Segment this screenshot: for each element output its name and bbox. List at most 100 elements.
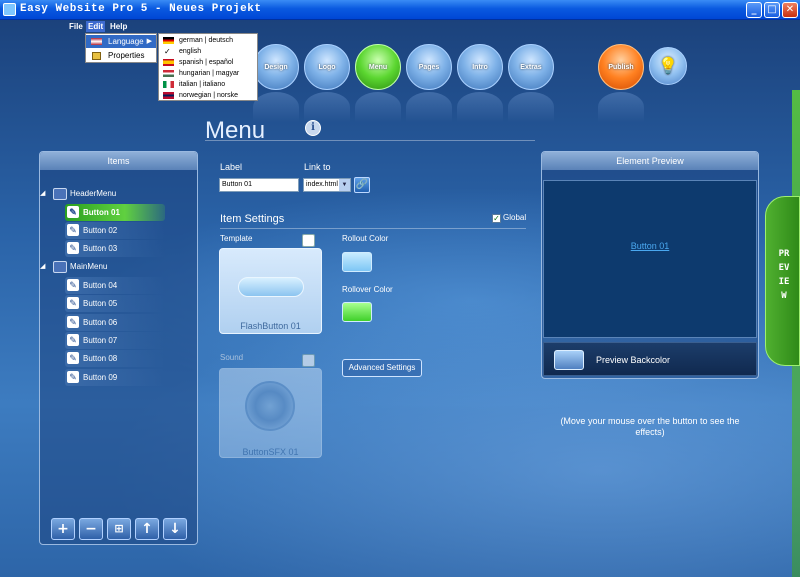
us-flag-icon [91, 38, 102, 45]
template-select-checkbox[interactable] [302, 234, 315, 247]
edit-icon: ✎ [67, 316, 79, 328]
group-label: MainMenu [70, 262, 108, 271]
nav-publish-button[interactable]: Publish [598, 44, 644, 90]
language-item-norwegian[interactable]: norwegian | norske [159, 90, 257, 101]
menu-help[interactable]: Help [108, 21, 129, 32]
nav-reflection [304, 92, 350, 122]
move-up-button[interactable]: ↑ [135, 518, 159, 540]
list-item-button-06[interactable]: ✎ Button 06 [65, 314, 165, 331]
edit-icon: ✎ [67, 279, 79, 291]
sound-select-checkbox[interactable] [302, 354, 315, 367]
tree-structure-button[interactable]: ⊞ [107, 518, 131, 540]
nav-pages-button[interactable]: Pages [406, 44, 452, 90]
edit-icon: ✎ [67, 224, 79, 236]
edit-icon: ✎ [67, 334, 79, 346]
italian-flag-icon [163, 81, 174, 88]
language-item-german[interactable]: german | deutsch [159, 35, 257, 46]
preview-backcolor-swatch[interactable] [554, 350, 584, 370]
preview-backcolor-bar: Preview Backcolor [543, 342, 757, 376]
item-settings-heading: Item Settings [220, 213, 285, 225]
label-input[interactable]: Button 01 [219, 178, 299, 192]
edit-icon: ✎ [67, 297, 79, 309]
group-label: HeaderMenu [70, 189, 117, 198]
checkmark-icon: ✓ [164, 47, 171, 56]
list-item-button-02[interactable]: ✎ Button 02 [65, 222, 165, 239]
minimize-button[interactable]: _ [746, 2, 762, 18]
button-preview-shape [238, 277, 304, 297]
preview-side-tab[interactable]: PREVIEW [765, 196, 800, 366]
move-down-button[interactable]: ↓ [163, 518, 187, 540]
sound-label: Sound [220, 353, 244, 362]
spanish-flag-icon [163, 59, 174, 66]
menu-bar: File Edit Help [0, 20, 800, 33]
preview-panel-header: Element Preview [542, 152, 758, 170]
edit-icon: ✎ [67, 206, 79, 218]
remove-item-button[interactable]: − [79, 518, 103, 540]
language-item-hungarian[interactable]: hungarian | magyar [159, 68, 257, 79]
close-button[interactable]: ✕ [782, 2, 798, 18]
list-item-button-05[interactable]: ✎ Button 05 [65, 295, 165, 312]
preview-screen: Button 01 [543, 180, 757, 338]
menu-item-properties[interactable]: Properties [86, 49, 156, 62]
norwegian-flag-icon [163, 92, 174, 99]
hungarian-flag-icon [163, 70, 174, 77]
edit-icon: ✎ [67, 371, 79, 383]
link-icon[interactable]: 🔗 [354, 177, 370, 193]
rollover-color-label: Rollover Color [342, 285, 393, 294]
nav-extras-button[interactable]: Extras [508, 44, 554, 90]
maximize-button[interactable]: □ [764, 2, 780, 18]
list-item-button-08[interactable]: ✎ Button 08 [65, 350, 165, 367]
link-select[interactable]: index.html ▼ [303, 178, 351, 192]
preview-backcolor-label: Preview Backcolor [596, 355, 671, 365]
preview-tab-label: PREVIEW [778, 249, 790, 301]
preview-hint: (Move your mouse over the button to see … [560, 416, 740, 437]
folder-icon [53, 261, 67, 273]
german-flag-icon [163, 37, 174, 44]
tree-group-headermenu[interactable]: ◢ HeaderMenu [40, 186, 160, 202]
rollout-color-swatch[interactable] [342, 252, 372, 272]
items-panel-header: Items [40, 152, 197, 170]
lightbulb-icon[interactable]: 💡 [649, 47, 687, 85]
chevron-right-icon: ▶ [146, 38, 152, 45]
nav-logo-button[interactable]: Logo [304, 44, 350, 90]
language-item-italian[interactable]: italian | italiano [159, 79, 257, 90]
info-icon[interactable]: i [305, 120, 321, 136]
menu-item-language[interactable]: Language ▶ [86, 35, 156, 48]
rollover-color-swatch[interactable] [342, 302, 372, 322]
properties-icon [92, 52, 101, 60]
sound-tile[interactable]: ButtonSFX 01 [219, 368, 322, 458]
chevron-down-icon: ▼ [339, 179, 350, 191]
add-item-button[interactable]: + [51, 518, 75, 540]
edit-menu-dropdown: Language ▶ Properties [85, 33, 157, 63]
preview-button-link[interactable]: Button 01 [544, 241, 756, 251]
label-caption: Label [220, 162, 243, 172]
language-submenu: german | deutsch ✓ english spanish | esp… [158, 33, 258, 101]
language-item-spanish[interactable]: spanish | español [159, 57, 257, 68]
menu-edit[interactable]: Edit [86, 21, 106, 32]
folder-icon [53, 188, 67, 200]
nav-intro-button[interactable]: Intro [457, 44, 503, 90]
list-item-button-04[interactable]: ✎ Button 04 [65, 277, 165, 294]
edit-icon: ✎ [67, 352, 79, 364]
language-item-english[interactable]: ✓ english [159, 46, 257, 57]
global-checkbox[interactable]: ✓ [492, 214, 501, 223]
nav-reflection [598, 92, 644, 122]
template-label: Template [220, 234, 253, 243]
menu-file[interactable]: File [67, 21, 85, 32]
speaker-icon [245, 381, 295, 431]
list-item-button-01[interactable]: ✎ Button 01 [65, 204, 165, 221]
collapse-icon[interactable]: ◢ [40, 186, 45, 202]
template-name: FlashButton 01 [240, 321, 301, 331]
nav-reflection [508, 92, 554, 122]
list-item-button-07[interactable]: ✎ Button 07 [65, 332, 165, 349]
edit-icon: ✎ [67, 242, 79, 254]
list-item-button-03[interactable]: ✎ Button 03 [65, 240, 165, 257]
tree-group-mainmenu[interactable]: ◢ MainMenu [40, 259, 160, 275]
collapse-icon[interactable]: ◢ [40, 259, 45, 275]
nav-design-button[interactable]: Design [253, 44, 299, 90]
advanced-settings-button[interactable]: Advanced Settings [342, 359, 422, 377]
template-tile[interactable]: FlashButton 01 [219, 248, 322, 334]
list-item-button-09[interactable]: ✎ Button 09 [65, 369, 165, 386]
sound-name: ButtonSFX 01 [242, 447, 299, 457]
nav-menu-button[interactable]: Menu [355, 44, 401, 90]
